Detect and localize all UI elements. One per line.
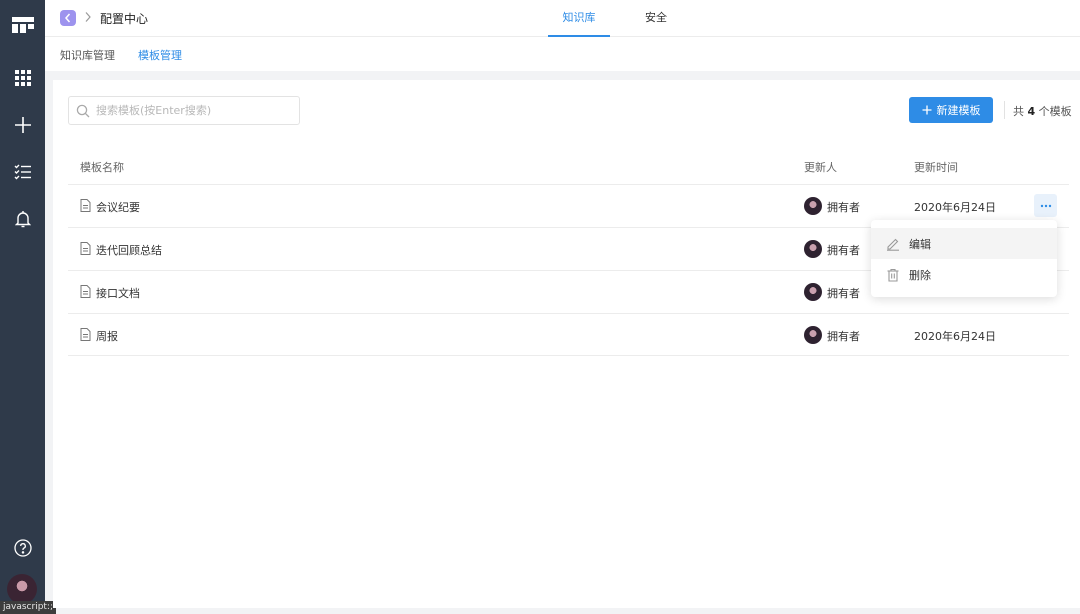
menu-item-label: 删除: [909, 268, 931, 282]
row-actions-menu: 编辑 删除: [871, 220, 1057, 297]
column-header-name[interactable]: 模板名称: [80, 159, 124, 175]
updater-name: 拥有者: [827, 244, 860, 257]
count-suffix: 个模板: [1038, 105, 1072, 118]
updater-name: 拥有者: [827, 330, 860, 343]
plus-icon[interactable]: [0, 110, 45, 140]
bell-icon[interactable]: [0, 204, 45, 234]
document-icon: [80, 328, 91, 341]
avatar: [804, 240, 822, 258]
template-name[interactable]: 周报: [96, 328, 118, 344]
count-prefix: 共: [1013, 105, 1024, 118]
document-icon: [80, 199, 91, 212]
page-title: 配置中心: [100, 12, 149, 26]
new-template-button[interactable]: 新建模板: [909, 97, 993, 123]
table-row[interactable]: 周报 拥有者 2020年6月24日: [68, 313, 1069, 356]
apps-grid-icon[interactable]: [0, 63, 45, 93]
count-value: 4: [1027, 105, 1036, 118]
help-icon[interactable]: [0, 533, 45, 563]
template-name[interactable]: 会议纪要: [96, 199, 140, 215]
edit-icon: [886, 237, 900, 251]
document-icon: [80, 285, 91, 298]
more-actions-button[interactable]: [1034, 194, 1057, 217]
subtab-knowledge-base-management[interactable]: 知识库管理: [60, 47, 115, 63]
updater-name: 拥有者: [827, 287, 860, 300]
updater-name: 拥有者: [827, 201, 860, 214]
top-header: 配置中心 知识库 安全: [45, 0, 1080, 37]
new-template-label: 新建模板: [936, 104, 981, 117]
updated-date: 2020年6月24日: [914, 330, 996, 343]
status-tooltip: javascript:;: [0, 601, 56, 614]
more-horizontal-icon: [1040, 204, 1051, 207]
avatar: [804, 197, 822, 215]
subtab-template-management[interactable]: 模板管理: [138, 47, 182, 63]
tab-security[interactable]: 安全: [633, 0, 679, 37]
updated-date: 2020年6月24日: [914, 201, 996, 214]
task-list-icon[interactable]: [0, 157, 45, 187]
sub-navigation: 知识库管理 模板管理: [45, 37, 1080, 71]
trash-icon: [886, 268, 900, 282]
template-count: 共 4 个模板: [1013, 103, 1072, 119]
divider: [1004, 101, 1005, 119]
menu-item-delete[interactable]: 删除: [871, 259, 1057, 290]
avatar: [804, 326, 822, 344]
search-box[interactable]: [68, 96, 300, 125]
tab-knowledge-base[interactable]: 知识库: [548, 0, 610, 37]
chevron-right-icon: [85, 12, 91, 22]
column-header-updated[interactable]: 更新时间: [914, 159, 958, 175]
logo-icon[interactable]: [0, 10, 45, 40]
plus-icon: [922, 105, 931, 115]
avatar: [804, 283, 822, 301]
search-icon: [76, 104, 90, 118]
menu-item-label: 编辑: [909, 237, 931, 251]
template-name[interactable]: 迭代回顾总结: [96, 242, 162, 258]
template-panel: 新建模板 共 4 个模板 模板名称 更新人 更新时间 会议纪要 拥有者 2020…: [53, 80, 1080, 608]
chevron-left-icon: [65, 13, 71, 23]
search-input[interactable]: [96, 97, 296, 124]
back-button[interactable]: [60, 10, 76, 26]
template-name[interactable]: 接口文档: [96, 285, 140, 301]
user-avatar[interactable]: [7, 574, 37, 604]
column-header-updater[interactable]: 更新人: [804, 159, 837, 175]
sidebar: [0, 0, 45, 614]
document-icon: [80, 242, 91, 255]
menu-item-edit[interactable]: 编辑: [871, 228, 1057, 259]
